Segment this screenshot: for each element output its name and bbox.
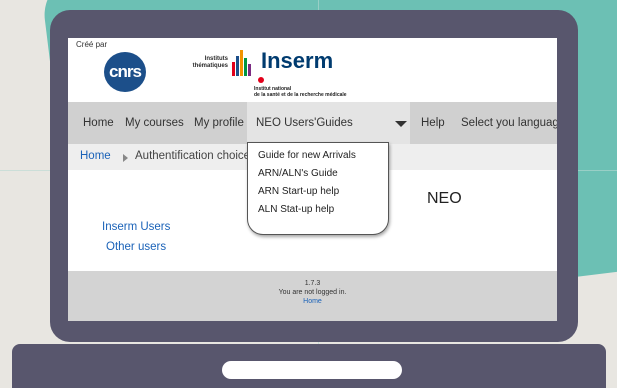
guides-dropdown-menu: Guide for new Arrivals ARN/ALN's Guide A… [247,142,389,235]
nav-my-profile[interactable]: My profile [194,102,244,144]
nav-neo-users-guides[interactable]: NEO Users'Guides [247,102,410,144]
login-status: You are not logged in. [278,289,347,296]
inserm-users-link[interactable]: Inserm Users [102,221,170,233]
version-label: 1.7.3 [304,280,321,287]
nav-my-courses[interactable]: My courses [125,102,184,144]
inserm-subtitle: Institut national de la santé et de la r… [254,86,347,98]
browser-screen: Créé par cnrs Instituts thématiques Inse… [68,38,557,321]
menu-item-arn-startup-help[interactable]: ARN Start-up help [258,186,339,197]
nav-home[interactable]: Home [83,102,114,144]
nav-help[interactable]: Help [421,102,445,144]
breadcrumb-home-link[interactable]: Home [80,150,111,162]
page-title: NEO [427,190,462,207]
page-footer: 1.7.3 You are not logged in. Home [68,271,557,321]
other-users-link[interactable]: Other users [106,241,166,253]
logo-header: Créé par cnrs Instituts thématiques Inse… [68,38,557,102]
nav-language-select[interactable]: Select you language [461,102,557,144]
menu-item-guide-new-arrivals[interactable]: Guide for new Arrivals [258,150,356,161]
menu-item-arn-aln-guide[interactable]: ARN/ALN's Guide [258,168,338,179]
main-navbar: Home My courses My profile NEO Users'Gui… [68,102,557,144]
chevron-down-icon[interactable] [395,121,407,127]
instituts-label: Instituts thématiques [192,56,228,69]
inserm-dot-icon [258,77,264,83]
cnrs-logo: cnrs [104,52,146,92]
created-by-label: Créé par [76,40,108,49]
footer-home-link[interactable]: Home [68,297,557,306]
menu-item-aln-startup-help[interactable]: ALN Stat-up help [258,204,334,215]
inserm-logo: Inserm [261,48,334,73]
laptop-trackpad-slot [222,361,402,379]
instituts-bars-icon [232,48,254,76]
breadcrumb-arrow-icon [123,154,128,162]
